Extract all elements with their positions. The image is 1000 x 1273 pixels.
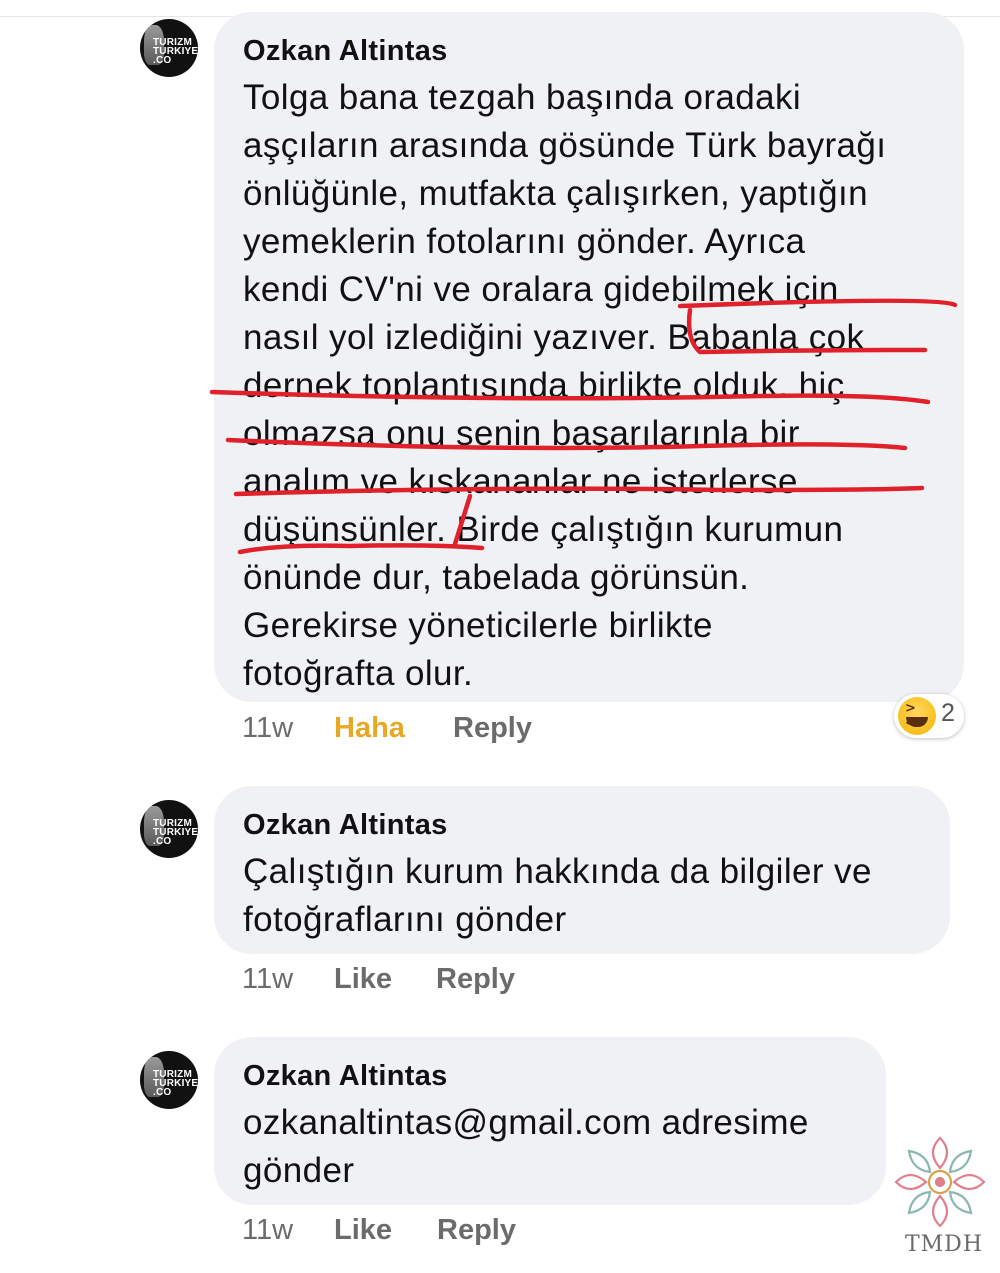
watermark-text: TMDH bbox=[904, 1232, 984, 1257]
comment-line: önlüğünle, mutfakta çalışırken, yaptığın bbox=[243, 174, 868, 213]
comment-line: önünde dur, tabelada görünsün. bbox=[243, 558, 750, 597]
comment-text: ozkanaltintas@gmail.com adresime gönder bbox=[243, 1099, 858, 1195]
comment-author[interactable]: Ozkan Altintas bbox=[243, 34, 936, 68]
avatar-logo-text: TURIZM TURKIYE .CO bbox=[153, 37, 198, 66]
comment-line: gönder bbox=[243, 1151, 355, 1190]
comment-text: Çalıştığın kurum hakkında da bilgiler ve… bbox=[243, 848, 922, 944]
comment-line: aşçıların arasında gösünde Türk bayrağı bbox=[243, 126, 887, 165]
avatar[interactable]: TURIZM TURKIYE .CO bbox=[140, 1051, 198, 1109]
haha-reaction-button[interactable]: Haha bbox=[334, 708, 405, 748]
comment-line: dernek toplantısında birlikte olduk. hiç bbox=[243, 366, 845, 405]
avatar[interactable]: TURIZM TURKIYE .CO bbox=[140, 19, 198, 77]
like-button[interactable]: Like bbox=[334, 959, 392, 999]
comment-line: düşünsünler. Birde çalıştığın kurumun bbox=[243, 510, 844, 549]
comment-text: Tolga bana tezgah başında oradaki aşçıla… bbox=[243, 74, 936, 698]
reaction-count: 2 bbox=[941, 699, 955, 727]
comment-line: yemeklerin fotolarını gönder. Ayrıca bbox=[243, 222, 806, 261]
laughing-emoji-icon bbox=[898, 697, 936, 735]
reaction-summary[interactable]: 2 bbox=[894, 694, 964, 738]
comment-line: fotoğraflarını gönder bbox=[243, 900, 567, 939]
comment-line: Gerekirse yöneticilerle birlikte bbox=[243, 606, 713, 645]
comment-author[interactable]: Ozkan Altintas bbox=[243, 808, 922, 842]
comment-bubble: Ozkan Altintas ozkanaltintas@gmail.com a… bbox=[214, 1037, 886, 1205]
comment-author[interactable]: Ozkan Altintas bbox=[243, 1059, 858, 1093]
comment-bubble: Ozkan Altintas Çalıştığın kurum hakkında… bbox=[214, 786, 950, 954]
comment-line: analım ve kıskananlar ne isterlerse bbox=[243, 462, 798, 501]
comment-line: fotoğrafta olur. bbox=[243, 654, 474, 693]
comment-line: Çalıştığın kurum hakkında da bilgiler ve bbox=[243, 852, 872, 891]
timestamp[interactable]: 11w bbox=[242, 708, 293, 748]
avatar-logo-text: TURIZM TURKIYE .CO bbox=[153, 1069, 198, 1098]
comment-line: ozkanaltintas@gmail.com adresime bbox=[243, 1103, 809, 1142]
timestamp[interactable]: 11w bbox=[242, 1210, 293, 1250]
like-button[interactable]: Like bbox=[334, 1210, 392, 1250]
comment-line: kendi CV'ni ve oralara gidebilmek için bbox=[243, 270, 839, 309]
comment-line: olmazsa onu senin başarılarınla bir bbox=[243, 414, 800, 453]
avatar[interactable]: TURIZM TURKIYE .CO bbox=[140, 800, 198, 858]
reply-button[interactable]: Reply bbox=[436, 959, 515, 999]
comment-line: nasıl yol izlediğini yazıver. Babanla ço… bbox=[243, 318, 865, 357]
reply-button[interactable]: Reply bbox=[453, 708, 532, 748]
comment-bubble: Ozkan Altintas Tolga bana tezgah başında… bbox=[214, 12, 964, 702]
comment-line: Tolga bana tezgah başında oradaki bbox=[243, 78, 802, 117]
avatar-logo-text: TURIZM TURKIYE .CO bbox=[153, 818, 198, 847]
timestamp[interactable]: 11w bbox=[242, 959, 293, 999]
reply-button[interactable]: Reply bbox=[437, 1210, 516, 1250]
